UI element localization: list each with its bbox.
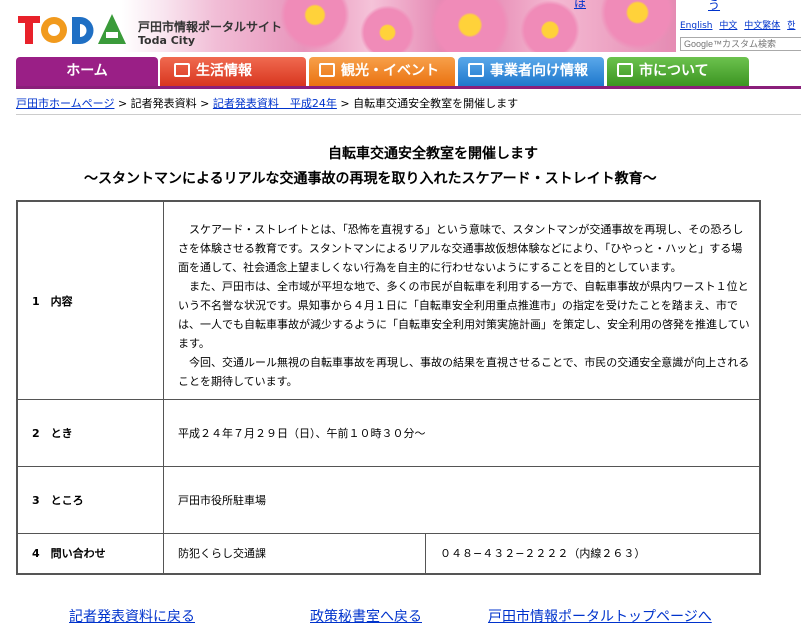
briefcase-icon — [468, 63, 484, 77]
lang-korean[interactable]: 한 — [787, 21, 795, 31]
breadcrumb-sep: > — [117, 97, 128, 110]
breadcrumb-sep: > — [340, 97, 350, 110]
car-icon — [319, 63, 335, 77]
flower-decoration — [280, 0, 350, 50]
site-header: 戸田市情報ポータルサイト Toda City ほ う English 中文 中文… — [0, 0, 801, 58]
language-links: English 中文 中文繁体 한 — [680, 18, 799, 31]
page-subtitle: 〜スタントマンによるリアルな交通事故の再現を取り入れたスケアード・ストレイト教育… — [84, 171, 657, 187]
content-cell: スケアード・ストレイトとは、「恐怖を直視する」という意味で、スタントマンが交通事… — [163, 200, 761, 400]
divider — [16, 114, 801, 115]
tab-business[interactable]: 事業者向け情報 — [458, 57, 604, 86]
lang-english[interactable]: English — [680, 21, 713, 31]
tab-label: ホーム — [66, 63, 108, 79]
utility-links: ほ う English 中文 中文繁体 한 — [574, 0, 801, 58]
tab-label: 事業者向け情報 — [490, 63, 588, 79]
building-icon — [617, 63, 633, 77]
search-input[interactable] — [680, 37, 801, 51]
top-link[interactable]: ほ — [574, 0, 586, 11]
place-value: 戸田市役所駐車場 — [163, 466, 761, 534]
tab-label: 生活情報 — [196, 63, 252, 79]
tab-living[interactable]: 生活情報 — [160, 57, 306, 86]
site-name-en: Toda City — [138, 34, 195, 47]
flower-decoration — [360, 5, 415, 52]
toda-logo[interactable] — [16, 8, 134, 48]
contact-phone: ０４８−４３２−２２２２（内線２６３） — [425, 533, 761, 574]
back-to-policy-office-link[interactable]: 政策秘書室へ戻る — [310, 606, 422, 626]
breadcrumb-current: 自転車交通安全教室を開催します — [353, 97, 519, 110]
breadcrumb-level3[interactable]: 記者発表資料 平成24年 — [213, 97, 337, 110]
lang-chinese-simplified[interactable]: 中文 — [719, 21, 737, 31]
paragraph: また、戸田市は、全市域が平坦な地で、多くの市民が自転車を利用する一方で、自転車事… — [178, 280, 750, 350]
row-label: 2 とき — [16, 399, 164, 467]
row-label: 1 内容 — [16, 200, 164, 400]
tab-label: 市について — [639, 63, 709, 79]
tab-label: 観光・イベント — [341, 63, 439, 79]
tab-home[interactable]: ホーム — [16, 57, 158, 86]
main-nav: ホーム 生活情報 観光・イベント 事業者向け情報 市について — [16, 57, 801, 87]
flower-decoration — [430, 0, 510, 52]
breadcrumb: 戸田市ホームページ > 記者発表資料 > 記者発表資料 平成24年 > 自転車交… — [16, 95, 518, 111]
tab-about-city[interactable]: 市について — [607, 57, 749, 86]
breadcrumb-level2: 記者発表資料 — [130, 97, 197, 110]
paragraph: 今回、交通ルール無視の自転車事故を再現し、事故の結果を直視させることで、市民の交… — [178, 356, 750, 388]
info-table: 1 内容 スケアード・ストレイトとは、「恐怖を直視する」という意味で、スタントマ… — [16, 200, 761, 575]
site-name: 戸田市情報ポータルサイト — [138, 20, 283, 34]
table-row: 2 とき 平成２４年７月２９日（日）、午前１０時３０分〜 — [16, 399, 761, 467]
back-to-press-releases-link[interactable]: 記者発表資料に戻る — [69, 606, 195, 626]
breadcrumb-sep: > — [200, 97, 210, 110]
page-title: 自転車交通安全教室を開催します — [328, 146, 538, 162]
flower-decoration — [600, 0, 675, 50]
breadcrumb-home[interactable]: 戸田市ホームページ — [16, 97, 114, 110]
table-row: 1 内容 スケアード・ストレイトとは、「恐怖を直視する」という意味で、スタントマ… — [16, 200, 761, 400]
table-row: 4 問い合わせ 防犯くらし交通課 ０４８−４３２−２２２２（内線２６３） — [16, 533, 761, 574]
nav-underline — [16, 86, 801, 89]
contact-dept: 防犯くらし交通課 — [163, 533, 426, 574]
paragraph: スケアード・ストレイトとは、「恐怖を直視する」という意味で、スタントマンが交通事… — [178, 223, 744, 274]
row-label: 4 問い合わせ — [16, 533, 164, 574]
top-link-2[interactable]: う — [708, 0, 720, 13]
house-icon — [174, 63, 190, 77]
row-label: 3 ところ — [16, 466, 164, 534]
date-value: 平成２４年７月２９日（日）、午前１０時３０分〜 — [163, 399, 761, 467]
lang-chinese-traditional[interactable]: 中文繁体 — [744, 21, 780, 31]
tab-tourism[interactable]: 観光・イベント — [309, 57, 455, 86]
portal-top-link[interactable]: 戸田市情報ポータルトップページへ — [488, 606, 712, 626]
table-row: 3 ところ 戸田市役所駐車場 — [16, 466, 761, 534]
flower-decoration — [520, 0, 580, 52]
